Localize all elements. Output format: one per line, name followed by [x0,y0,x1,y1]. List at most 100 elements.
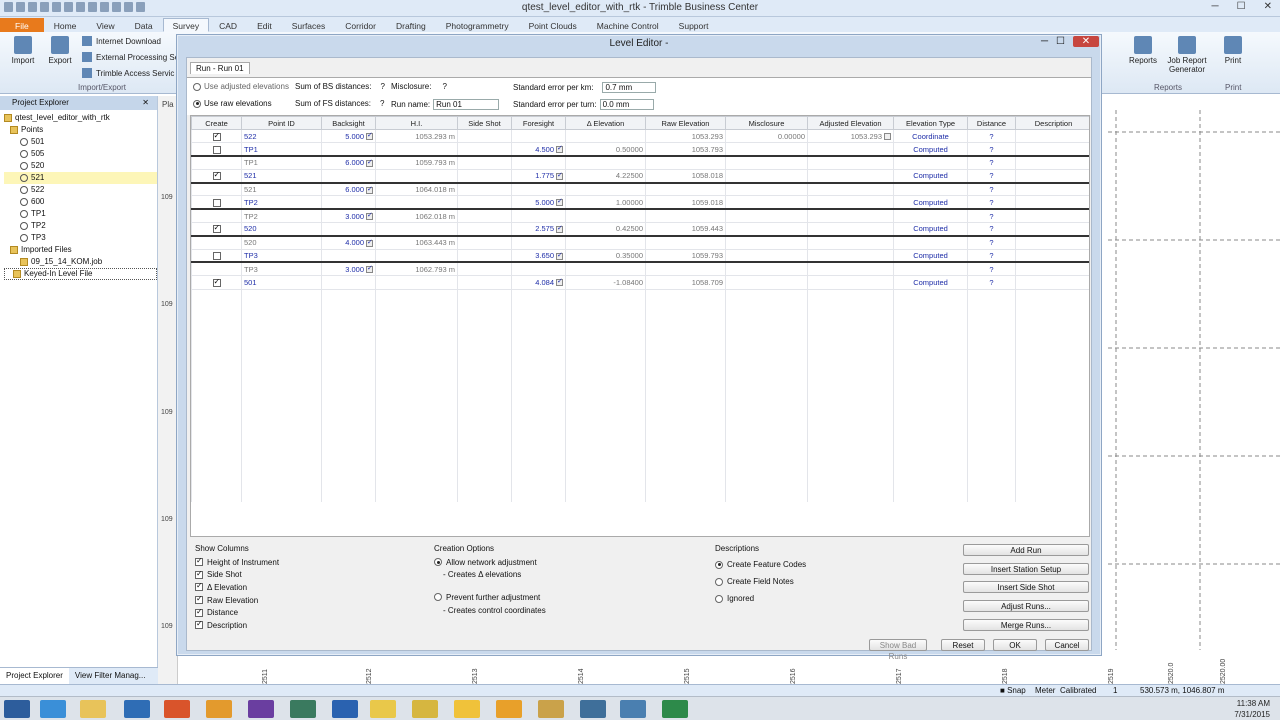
tab-drafting[interactable]: Drafting [386,18,436,32]
foresight-cell[interactable]: 4.084 [511,275,566,290]
external-processing-button[interactable]: External Processing Se [82,52,179,62]
column-header[interactable]: Side Shot [457,116,512,130]
tab-surfaces[interactable]: Surfaces [282,18,336,32]
ok-button[interactable]: OK [993,639,1037,651]
create-checkbox[interactable] [212,145,221,154]
use-raw-option[interactable]: Use raw elevations [193,99,272,108]
ie-icon[interactable] [40,700,66,718]
side-shot-cell[interactable] [457,235,512,250]
app-icon[interactable] [580,700,606,718]
show-column-checkbox[interactable] [195,569,203,579]
distance-cell[interactable]: ? [967,262,1016,277]
elevation-type-cell[interactable]: Computed [893,169,968,184]
foresight-use-checkbox[interactable] [556,171,563,180]
backsight-cell[interactable] [321,222,376,237]
field-notes-radio[interactable] [715,577,723,586]
elevation-type-cell[interactable]: Computed [893,142,968,158]
tab-data[interactable]: Data [125,18,163,32]
foresight-cell[interactable]: 1.775 [511,169,566,184]
foresight-cell[interactable] [511,129,566,144]
foresight-cell[interactable]: 3.650 [511,249,566,264]
description-cell[interactable] [1015,262,1089,277]
merge-runs-button[interactable]: Merge Runs... [963,619,1089,631]
elevation-type-cell[interactable]: Coordinate [893,129,968,144]
backsight-use-checkbox[interactable] [366,238,373,247]
column-header[interactable]: Point ID [241,116,322,130]
tab-support[interactable]: Support [669,18,719,32]
app-icon[interactable] [662,700,688,718]
distance-cell[interactable]: ? [967,235,1016,250]
tab-point-clouds[interactable]: Point Clouds [519,18,587,32]
desc-field-notes-option[interactable]: Create Field Notes [715,573,953,590]
backsight-cell[interactable] [321,142,376,158]
tab-edit[interactable]: Edit [247,18,282,32]
tab-survey[interactable]: Survey [162,18,210,32]
allow-adjustment-option[interactable]: Allow network adjustment [434,556,702,569]
distance-cell[interactable]: ? [967,182,1016,197]
create-cell[interactable] [191,209,242,224]
tree-node[interactable]: 09_15_14_KOM.job [4,256,157,268]
create-cell[interactable] [191,156,242,170]
column-header[interactable]: Create [191,116,242,130]
desc-feature-codes-option[interactable]: Create Feature Codes [715,556,953,573]
backsight-cell[interactable] [321,275,376,290]
tab-view-filter[interactable]: View Filter Manag... [69,668,152,684]
table-row[interactable]: TP2 3.000 1062.018 m? [191,209,1089,224]
tree-node[interactable]: qtest_level_editor_with_rtk [4,112,157,124]
table-row[interactable]: 520 2.575 0.425001059.443 Computed? [191,222,1089,237]
add-run-button[interactable]: Add Run [963,544,1089,556]
minimize-icon[interactable]: ─ [1041,36,1048,47]
std-err-km-field[interactable]: 0.7 mm [602,82,657,93]
export-button[interactable]: Export [44,36,76,65]
backsight-use-checkbox[interactable] [366,211,373,221]
column-header[interactable]: Distance [967,116,1016,130]
app-icon[interactable] [332,700,358,718]
table-row[interactable]: TP2 5.000 1.000001059.018 Computed? [191,195,1089,211]
column-header[interactable]: Foresight [511,116,566,130]
point-id-cell[interactable]: TP3 [241,262,322,277]
show-column-checkbox[interactable] [195,619,203,630]
show-column-checkbox[interactable] [195,594,203,605]
side-shot-cell[interactable] [457,156,512,170]
maximize-icon[interactable]: ☐ [1237,1,1246,12]
create-cell[interactable] [191,142,242,158]
insert-station-setup-button[interactable]: Insert Station Setup [963,563,1089,575]
create-cell[interactable] [191,235,242,250]
column-header[interactable]: Misclosure [725,116,808,130]
backsight-cell[interactable] [321,249,376,264]
distance-cell[interactable]: ? [967,156,1016,170]
taskbar-clock[interactable]: 11:38 AM 7/31/2015 [1234,698,1270,720]
foresight-use-checkbox[interactable] [556,144,563,154]
foresight-cell[interactable]: 5.000 [511,195,566,211]
desc-ignored-option[interactable]: Ignored [715,590,953,607]
column-header[interactable]: Description [1015,116,1089,130]
point-id-cell[interactable]: TP3 [241,249,322,264]
point-id-cell[interactable]: 501 [241,275,322,290]
create-cell[interactable] [191,169,242,184]
backsight-cell[interactable]: 6.000 [321,156,376,170]
foresight-cell[interactable] [511,235,566,250]
visual-studio-icon[interactable] [248,700,274,718]
tree-node[interactable]: 600 [4,196,157,208]
create-cell[interactable] [191,182,242,197]
use-adjusted-option[interactable]: Use adjusted elevations [193,82,289,91]
tab-cad[interactable]: CAD [209,18,247,32]
std-err-turn-field[interactable]: 0.0 mm [599,99,654,110]
side-shot-cell[interactable] [457,169,512,184]
table-row[interactable]: 520 4.000 1063.443 m? [191,235,1089,250]
table-row[interactable]: 521 6.000 1064.018 m? [191,182,1089,197]
backsight-cell[interactable]: 3.000 [321,262,376,277]
windows-start-icon[interactable] [4,700,30,718]
table-row[interactable]: 5225.0001053.293 m1053.2930.000001053.29… [191,129,1089,144]
table-row[interactable]: TP3 3.650 0.350001059.793 Computed? [191,249,1089,264]
prevent-adjustment-option[interactable]: Prevent further adjustment [434,591,702,604]
distance-cell[interactable]: ? [967,222,1016,237]
side-shot-cell[interactable] [457,275,512,290]
plan-tab[interactable]: Pla [162,100,174,109]
point-id-cell[interactable]: 520 [241,222,322,237]
distance-cell[interactable]: ? [967,275,1016,290]
backsight-use-checkbox[interactable] [366,158,373,167]
table-row[interactable]: TP3 3.000 1062.793 m? [191,262,1089,277]
point-id-cell[interactable]: 521 [241,169,322,184]
minimize-icon[interactable]: ─ [1212,1,1219,12]
